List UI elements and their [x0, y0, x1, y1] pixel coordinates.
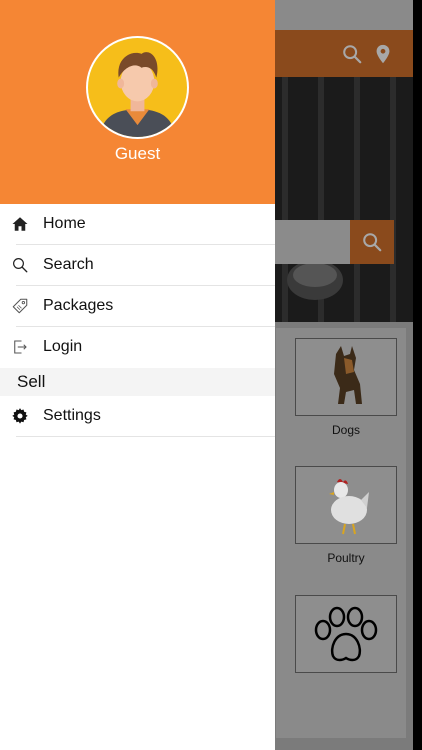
user-name: Guest: [114, 144, 161, 163]
search-icon[interactable]: [341, 43, 363, 65]
category-tile-other[interactable]: [295, 595, 397, 673]
paw-icon: [314, 606, 378, 662]
avatar[interactable]: [86, 36, 189, 139]
menu-item-search[interactable]: Search: [0, 245, 275, 286]
menu-item-home[interactable]: Home: [0, 204, 275, 245]
section-title: Sell: [17, 372, 46, 391]
gear-icon: [12, 408, 28, 424]
chicken-image: [329, 479, 369, 535]
search-icon: [13, 258, 28, 273]
dog-image: [334, 346, 362, 404]
user-avatar-icon: [88, 38, 187, 137]
location-pin-icon[interactable]: [372, 43, 394, 65]
home-icon: [12, 217, 28, 231]
menu-item-label: Packages: [43, 297, 114, 314]
section-header-sell: Sell: [0, 368, 275, 396]
tag-icon: [12, 298, 28, 314]
menu-item-packages[interactable]: Packages: [0, 286, 275, 327]
menu-item-label: Login: [43, 338, 83, 355]
search-icon: [363, 233, 382, 252]
menu-item-label: Home: [43, 215, 86, 232]
menu-item-settings[interactable]: Settings: [0, 396, 275, 437]
drawer-header: Guest: [0, 0, 275, 204]
login-icon: [14, 340, 27, 354]
category-label: Dogs: [331, 423, 360, 437]
menu-item-label: Search: [43, 256, 94, 273]
background-search-button: [350, 220, 394, 264]
menu-item-login[interactable]: Login: [0, 327, 275, 368]
navigation-drawer: Guest Home Search Packages Login Sell Se…: [0, 0, 275, 750]
menu-item-label: Settings: [43, 407, 101, 424]
category-tile-dogs[interactable]: [295, 338, 397, 416]
category-label: Poultry: [327, 551, 365, 565]
category-tile-poultry[interactable]: [295, 466, 397, 544]
drawer-menu: Home Search Packages Login Sell Settings: [0, 204, 275, 437]
